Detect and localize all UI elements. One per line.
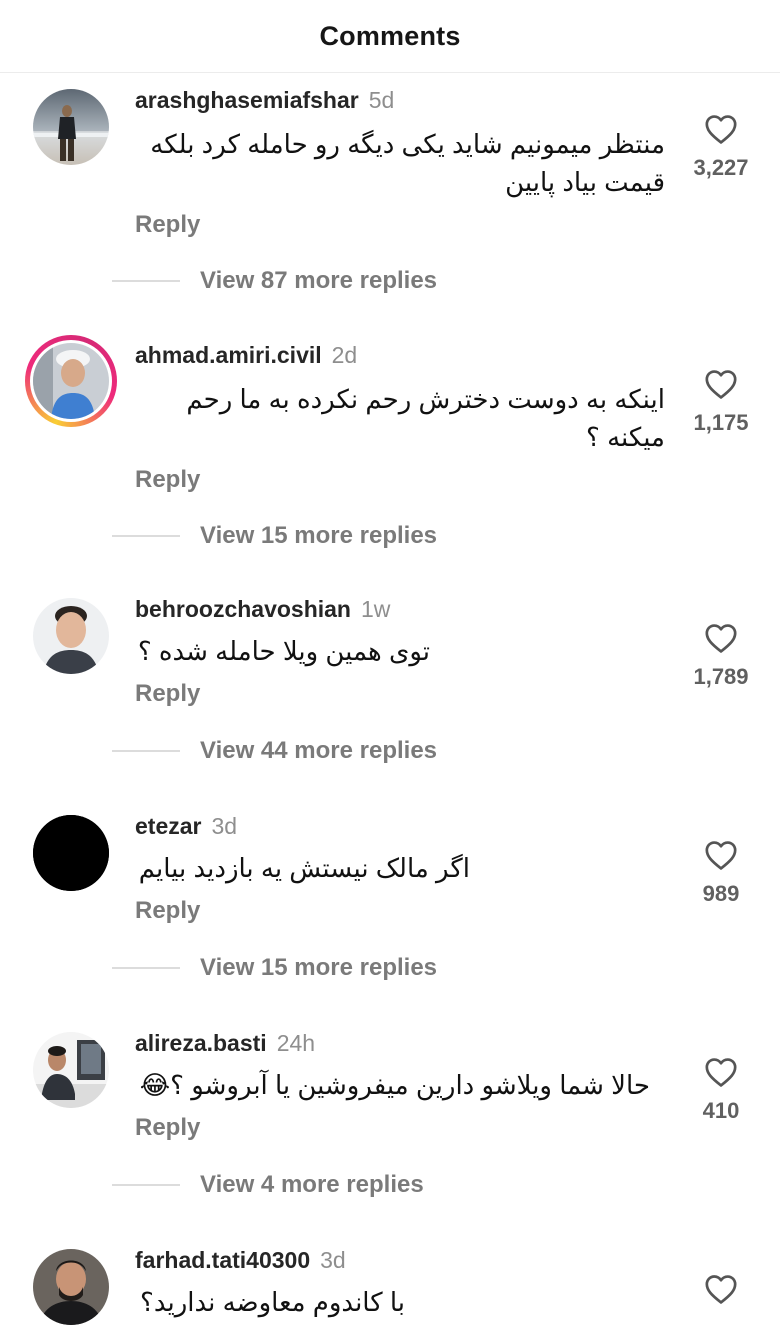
comment-time: 24h [276,1030,316,1056]
reply-button[interactable]: Reply [135,211,200,239]
avatar[interactable] [33,598,109,674]
heart-outline-icon [705,624,737,653]
comment-item: alireza.basti 24h حالا شما ویلاشو دارین م… [0,1018,780,1218]
reply-button[interactable]: Reply [135,1114,200,1142]
like-count: 989 [702,881,740,906]
comment-time: 5d [368,87,395,113]
comment-time: 2d [331,342,358,368]
heart-outline-icon [705,1275,737,1304]
comment-username[interactable]: alireza.basti [135,1030,267,1056]
avatar[interactable] [33,1032,109,1108]
comment-text: اینکه به دوست دخترش رحم نکرده به ما رحم … [186,384,665,452]
comment-username[interactable]: etezar [135,813,201,839]
divider-line [112,750,180,752]
like-button[interactable]: 989 [686,839,756,907]
comment-meta: etezar 3d [135,813,237,840]
avatar-inner [30,340,112,422]
comment-item: ahmad.amiri.civil 2d اینکه به دوست دخترش … [0,330,780,570]
comment-meta: alireza.basti 24h [135,1030,315,1057]
comment-text: حالا شما ویلاشو دارین میفروشین یا آبروشو… [139,1070,650,1100]
reply-button[interactable]: Reply [135,680,200,708]
comment-text: اگر مالک نیستش یه بازدید بیایم [138,853,470,883]
like-button[interactable]: 3,227 [686,113,756,181]
avatar [33,343,109,419]
like-button[interactable] [686,1273,756,1305]
avatar[interactable] [33,815,109,891]
comment-text: منتظر میمونیم شاید یکی دیگه رو حامله کرد… [150,129,665,197]
view-replies-label: View 15 more replies [200,522,438,549]
comment-meta: ahmad.amiri.civil 2d [135,342,357,369]
view-replies-label: View 87 more replies [200,267,438,294]
divider-line [112,967,180,969]
view-replies-button[interactable]: View 44 more replies [112,737,437,765]
comment-item: arashghasemiafshar 5d منتظر میمونیم شاید … [0,75,780,315]
reply-button[interactable]: Reply [135,897,200,925]
comment-time: 3d [211,813,238,839]
comment-username[interactable]: ahmad.amiri.civil [135,342,322,368]
comment-meta: farhad.tati40300 3d [135,1247,346,1274]
divider-line [112,535,180,537]
comment-time: 3d [320,1247,346,1273]
comments-sheet: Comments arashghasemiafshar 5d منتظر میم… [0,0,780,1331]
like-button[interactable]: 410 [686,1056,756,1124]
like-button[interactable]: 1,175 [686,368,756,436]
comment-meta: behroozchavoshian 1w [135,596,390,623]
view-replies-button[interactable]: View 87 more replies [112,267,437,295]
reply-button[interactable]: Reply [135,466,200,494]
comments-header: Comments [0,0,780,73]
view-replies-button[interactable]: View 15 more replies [112,954,437,982]
comments-title: Comments [319,20,461,51]
comment-meta: arashghasemiafshar 5d [135,87,394,114]
view-replies-button[interactable]: View 4 more replies [112,1171,424,1199]
like-count: 410 [702,1098,740,1123]
like-count: 3,227 [693,155,749,180]
comment-item: behroozchavoshian 1w توی همین ویلا حامله … [0,584,780,784]
view-replies-label: View 15 more replies [200,954,438,981]
comment-text: توی همین ویلا حامله شده ؟ [137,636,430,666]
divider-line [112,280,180,282]
comment-time: 1w [360,596,391,622]
heart-outline-icon [705,1058,737,1087]
avatar[interactable] [33,89,109,165]
like-count: 1,175 [693,410,749,435]
view-replies-label: View 44 more replies [200,737,438,764]
avatar-story-ring[interactable] [25,335,117,427]
heart-outline-icon [705,370,737,399]
view-replies-button[interactable]: View 15 more replies [112,522,437,550]
comment-item: farhad.tati40300 3d با کاندوم معاوضه ندار… [0,1235,780,1331]
view-replies-label: View 4 more replies [200,1171,424,1198]
comment-username[interactable]: farhad.tati40300 [135,1247,310,1273]
like-count: 1,789 [693,664,749,689]
comment-item: etezar 3d اگر مالک نیستش یه بازدید بیایم … [0,801,780,1001]
avatar[interactable] [33,1249,109,1325]
comment-text: با کاندوم معاوضه ندارید؟ [140,1287,405,1317]
divider-line [112,1184,180,1186]
heart-outline-icon [705,841,737,870]
comment-username[interactable]: arashghasemiafshar [135,87,359,113]
comment-username[interactable]: behroozchavoshian [135,596,351,622]
heart-outline-icon [705,115,737,144]
like-button[interactable]: 1,789 [686,622,756,690]
